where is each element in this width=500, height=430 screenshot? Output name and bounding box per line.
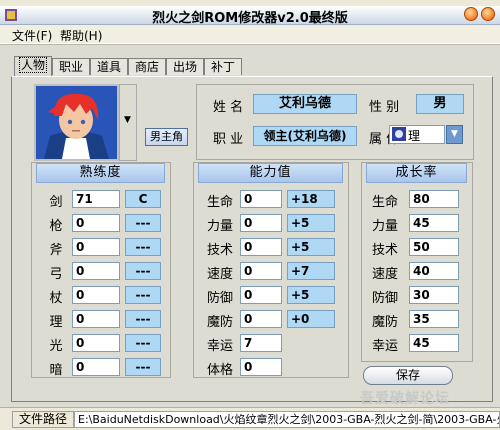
- proficiency-value-input[interactable]: 0: [72, 238, 120, 256]
- ability-label: 防御: [206, 291, 233, 306]
- tab-deploy[interactable]: 出场: [166, 58, 204, 75]
- proficiency-value-input[interactable]: 71: [72, 190, 120, 208]
- growth-label: 技术: [371, 243, 398, 258]
- male-protagonist-button[interactable]: 男主角: [145, 128, 188, 146]
- proficiency-rank-box[interactable]: ---: [125, 310, 161, 328]
- tab-character[interactable]: 人物: [14, 56, 52, 76]
- growth-label: 力量: [371, 219, 398, 234]
- tab-bar: 人物 职业 道具 商店 出场 补丁: [14, 56, 274, 77]
- ability-label: 速度: [206, 267, 233, 282]
- growth-value-input[interactable]: 50: [409, 238, 459, 256]
- chevron-down-icon: ▼: [124, 115, 131, 125]
- ability-label: 技术: [206, 243, 233, 258]
- ability-value-input[interactable]: 0: [240, 262, 282, 280]
- proficiency-header: 熟练度: [36, 163, 165, 183]
- proficiency-rank-box[interactable]: ---: [125, 334, 161, 352]
- ability-value-input[interactable]: 0: [240, 286, 282, 304]
- file-path-field[interactable]: E:\BaiduNetdiskDownload\火焰纹章烈火之剑\2003-GB…: [74, 411, 500, 428]
- name-field[interactable]: 艾利乌德: [253, 94, 357, 114]
- ability-label: 生命: [206, 195, 233, 210]
- ability-bonus-box[interactable]: +0: [287, 310, 335, 328]
- growth-label: 生命: [371, 195, 398, 210]
- growth-value-input[interactable]: 40: [409, 262, 459, 280]
- growth-header: 成长率: [366, 163, 467, 183]
- ability-value-input[interactable]: 0: [240, 190, 282, 208]
- ability-bonus-box[interactable]: +7: [287, 262, 335, 280]
- attribute-icon: [392, 127, 406, 141]
- tab-items[interactable]: 道具: [90, 58, 128, 75]
- ability-bonus-box[interactable]: +5: [287, 238, 335, 256]
- minimize-button[interactable]: [464, 7, 478, 21]
- growth-value-input[interactable]: 45: [409, 214, 459, 232]
- growth-value-input[interactable]: 30: [409, 286, 459, 304]
- title-bar: 烈火之剑ROM修改器v2.0最终版: [0, 6, 500, 26]
- proficiency-rank-box[interactable]: ---: [125, 214, 161, 232]
- ability-bonus-box[interactable]: +18: [287, 190, 335, 208]
- ability-bonus-box[interactable]: +5: [287, 286, 335, 304]
- character-portrait: [34, 84, 119, 161]
- ability-value-input[interactable]: 0: [240, 238, 282, 256]
- proficiency-value-input[interactable]: 0: [72, 262, 120, 280]
- class-label: 职 业: [213, 132, 244, 147]
- growth-value-input[interactable]: 35: [409, 310, 459, 328]
- proficiency-label: 光: [49, 339, 63, 354]
- name-label: 姓 名: [213, 100, 244, 115]
- menu-file[interactable]: 文件(F): [12, 27, 52, 44]
- proficiency-value-input[interactable]: 0: [72, 214, 120, 232]
- close-button[interactable]: [481, 7, 495, 21]
- menu-bar: 文件(F) 帮助(H): [0, 25, 500, 43]
- ability-label: 魔防: [206, 315, 233, 330]
- portrait-dropdown[interactable]: ▼: [119, 84, 137, 161]
- gender-field[interactable]: 男: [416, 94, 464, 114]
- proficiency-value-input[interactable]: 0: [72, 334, 120, 352]
- proficiency-rank-box[interactable]: C: [125, 190, 161, 208]
- proficiency-value-input[interactable]: 0: [72, 286, 120, 304]
- proficiency-label: 剑: [49, 195, 63, 210]
- proficiency-label: 斧: [49, 243, 63, 258]
- ability-value-input[interactable]: 0: [240, 214, 282, 232]
- attribute-select[interactable]: 理: [389, 125, 445, 144]
- gender-label: 性 别: [369, 100, 400, 115]
- ability-label: 力量: [206, 219, 233, 234]
- chevron-down-icon: ▼: [451, 129, 458, 139]
- attribute-dropdown-button[interactable]: ▼: [446, 125, 463, 144]
- proficiency-rank-box[interactable]: ---: [125, 358, 161, 376]
- proficiency-label: 枪: [49, 219, 63, 234]
- proficiency-rank-box[interactable]: ---: [125, 238, 161, 256]
- proficiency-value-input[interactable]: 0: [72, 358, 120, 376]
- proficiency-rank-box[interactable]: ---: [125, 262, 161, 280]
- file-path-label: 文件路径: [12, 411, 75, 428]
- tab-patch[interactable]: 补丁: [204, 58, 242, 75]
- growth-label: 幸运: [371, 339, 398, 354]
- proficiency-label: 暗: [49, 363, 63, 378]
- tab-class[interactable]: 职业: [52, 58, 90, 75]
- growth-label: 防御: [371, 291, 398, 306]
- proficiency-label: 弓: [49, 267, 63, 282]
- window-title: 烈火之剑ROM修改器v2.0最终版: [152, 11, 348, 26]
- ability-header: 能力值: [198, 163, 343, 183]
- growth-value-input[interactable]: 80: [409, 190, 459, 208]
- class-field[interactable]: 领主(艾利乌德): [253, 126, 357, 146]
- proficiency-label: 杖: [49, 291, 63, 306]
- ability-value-input[interactable]: 0: [240, 358, 282, 376]
- ability-label: 幸运: [206, 339, 233, 354]
- save-button[interactable]: 保存: [363, 366, 453, 385]
- ability-value-input[interactable]: 7: [240, 334, 282, 352]
- ability-label: 体格: [206, 363, 233, 378]
- growth-label: 魔防: [371, 315, 398, 330]
- ability-value-input[interactable]: 0: [240, 310, 282, 328]
- tab-shop[interactable]: 商店: [128, 58, 166, 75]
- proficiency-label: 理: [49, 315, 63, 330]
- ability-bonus-box[interactable]: +5: [287, 214, 335, 232]
- menu-help[interactable]: 帮助(H): [60, 27, 102, 44]
- proficiency-rank-box[interactable]: ---: [125, 286, 161, 304]
- growth-value-input[interactable]: 45: [409, 334, 459, 352]
- proficiency-value-input[interactable]: 0: [72, 310, 120, 328]
- growth-label: 速度: [371, 267, 398, 282]
